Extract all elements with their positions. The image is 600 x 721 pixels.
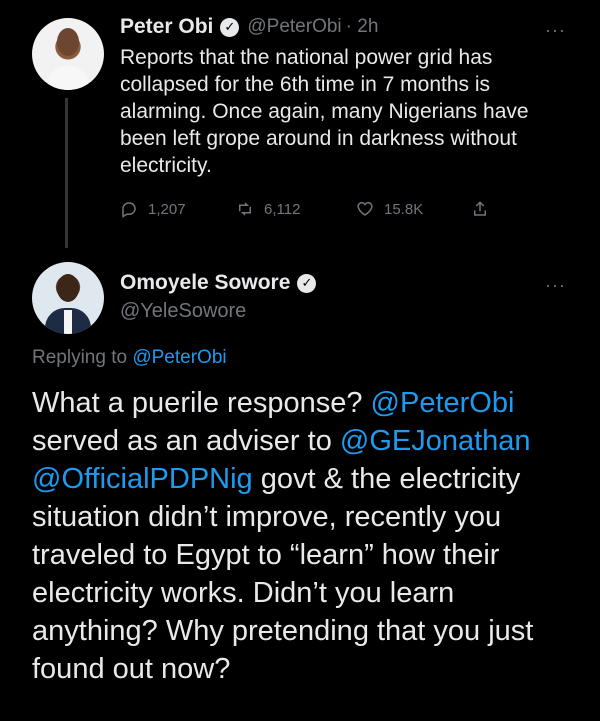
author-name[interactable]: Peter Obi (120, 15, 213, 39)
share-icon (474, 201, 486, 216)
share-button[interactable] (471, 200, 499, 218)
more-icon[interactable]: ··· (545, 275, 566, 296)
avatar-shirt (64, 310, 72, 334)
author-name[interactable]: Omoyele Sowore (120, 271, 290, 295)
retweet-button[interactable]: 6,112 (236, 200, 300, 218)
like-count: 15.8K (384, 200, 424, 218)
reply-icon (122, 202, 136, 218)
tweet-text-segment: What a puerile response? (32, 387, 371, 419)
avatar-face (57, 28, 79, 56)
mention-link[interactable]: @PeterObi (371, 387, 515, 419)
retweet-icon (239, 202, 251, 216)
like-button[interactable]: 15.8K (356, 200, 423, 218)
mention-link[interactable]: @GEJonathan (340, 425, 531, 457)
author-handle[interactable]: @PeterObi (247, 16, 341, 38)
reply-count: 1,207 (148, 200, 186, 218)
tweet1-text: Reports that the national power grid has… (120, 46, 529, 177)
more-icon[interactable]: ··· (545, 20, 566, 41)
avatar-face (57, 274, 79, 302)
tweet-text-segment: govt & the electricity situation didn’t … (32, 463, 534, 685)
tweet2-header: Omoyele Sowore ✓ (120, 271, 317, 295)
reply-button[interactable]: 1,207 (120, 200, 186, 218)
tweet2-text: What a puerile response? @PeterObi serve… (32, 384, 582, 688)
tweet-time[interactable]: · 2h (346, 16, 379, 38)
tweet1-header: Peter Obi ✓ @PeterObi · 2h (120, 15, 378, 39)
verified-badge-icon: ✓ (297, 273, 317, 293)
tweet-text-segment: served as an adviser to (32, 425, 340, 457)
retweet-count: 6,112 (264, 200, 301, 218)
thread-line (65, 98, 68, 248)
replying-to-handle[interactable]: @PeterObi (132, 347, 226, 368)
author-handle[interactable]: @YeleSowore (120, 300, 246, 323)
tweet1-actions: 1,207 6,112 15.8K (120, 200, 520, 224)
verified-badge-icon: ✓ (220, 17, 240, 37)
heart-icon (357, 201, 373, 216)
avatar-omoyele-sowore[interactable] (32, 262, 104, 334)
avatar-shirt (48, 66, 88, 90)
avatar-peter-obi[interactable] (32, 18, 104, 90)
replying-to-prefix: Replying to (32, 347, 128, 368)
replying-to: Replying to @PeterObi (32, 347, 227, 369)
mention-link[interactable]: @OfficialPDPNig (32, 463, 253, 495)
